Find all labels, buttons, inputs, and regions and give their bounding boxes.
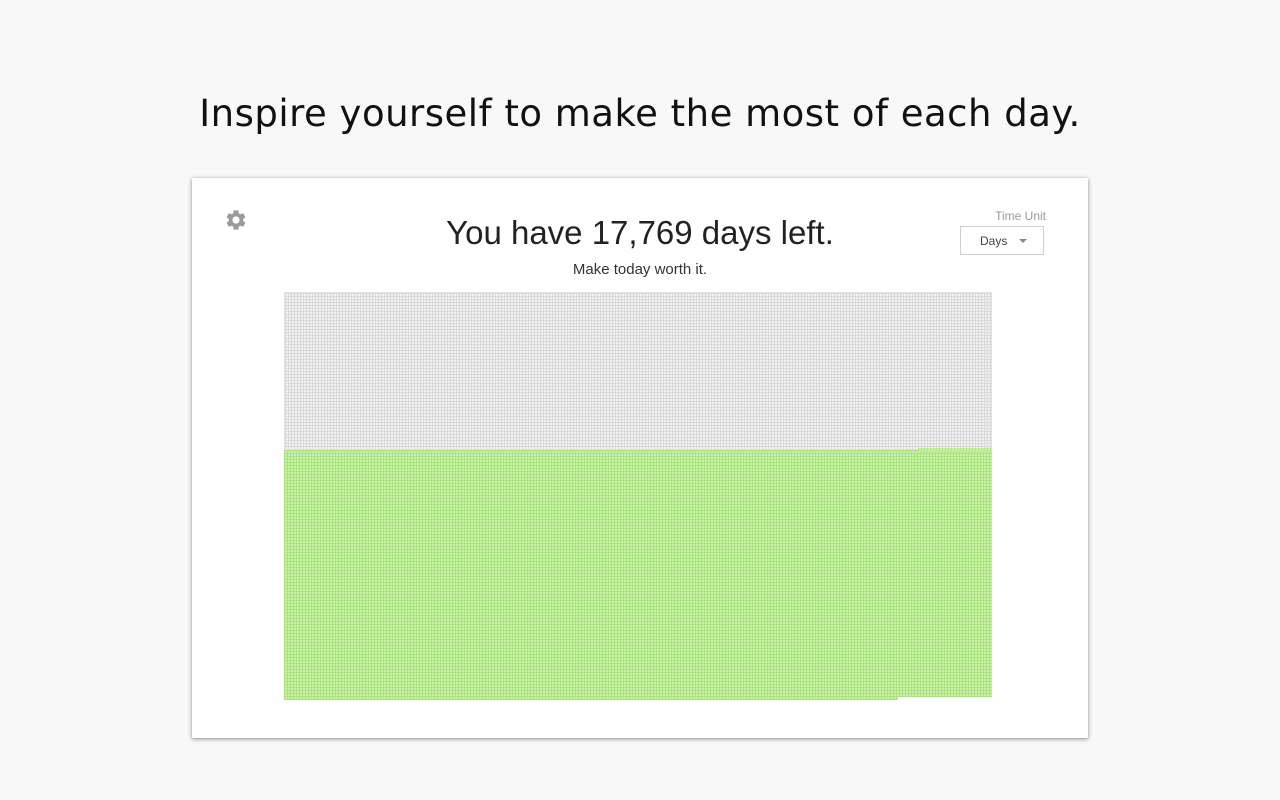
remaining-days-partial-row [918,448,992,451]
life-calendar-card: You have 17,769 days left. Make today wo… [192,178,1088,738]
time-unit-label: Time Unit [995,209,1046,223]
tagline: Inspire yourself to make the most of eac… [199,92,1081,135]
caret-down-icon [1019,239,1027,243]
life-grid [284,292,992,700]
grid-end-gap [898,697,992,700]
remaining-days-grid [284,450,992,700]
time-unit-select[interactable]: Days [960,226,1044,255]
motivation-subline: Make today worth it. [572,261,708,278]
days-left-headline: You have 17,769 days left. [446,214,834,251]
lived-days-grid [284,292,992,450]
time-unit-value: Days [980,234,1008,248]
